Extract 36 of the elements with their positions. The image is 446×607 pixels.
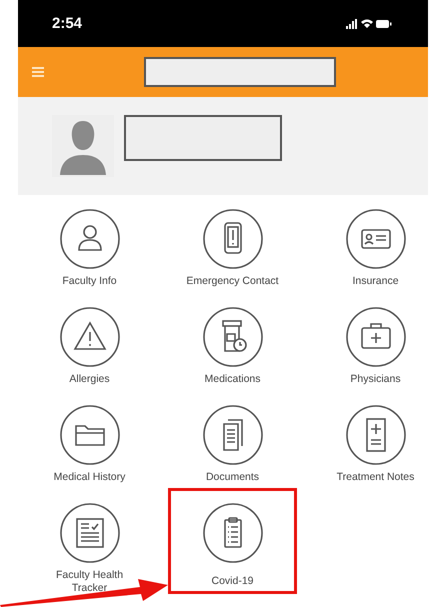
menu-tile[interactable]: Medical History: [18, 401, 161, 487]
menu-tile[interactable]: Treatment Notes: [304, 401, 446, 487]
pill-bottle-icon: [202, 307, 262, 367]
document-icon: [202, 405, 262, 465]
id-card-icon: [346, 209, 406, 269]
menu-tile[interactable]: Physicians: [304, 303, 446, 389]
tile-label: Documents: [204, 471, 260, 484]
clock-time: 2:54: [52, 15, 82, 32]
menu-tile[interactable]: Documents: [161, 401, 304, 487]
menu-tile[interactable]: Emergency Contact: [161, 205, 304, 291]
menu-tile[interactable]: Allergies: [18, 303, 161, 389]
tile-label: Emergency Contact: [185, 275, 280, 288]
tile-label: Allergies: [68, 373, 111, 386]
tile-label: Medications: [203, 373, 262, 386]
tile-label: Treatment Notes: [336, 471, 416, 484]
warning-icon: [60, 307, 120, 367]
menu-tile[interactable]: Medications: [161, 303, 304, 389]
tile-label: Medical History: [52, 471, 126, 484]
folder-icon: [60, 405, 120, 465]
person-icon: [60, 209, 120, 269]
menu-icon[interactable]: [32, 67, 44, 77]
tile-label: Faculty Health Tracker: [54, 569, 124, 595]
tile-label: Faculty Info: [61, 275, 118, 288]
medical-note-icon: [346, 405, 406, 465]
menu-tile[interactable]: Faculty Health Tracker: [18, 499, 161, 597]
highlighted-tile[interactable]: Covid-19: [171, 491, 294, 591]
tile-label: Covid-19: [210, 575, 255, 588]
phone-alert-icon: [202, 209, 262, 269]
tile-label: Insurance: [351, 275, 400, 288]
menu-tile[interactable]: Insurance: [304, 205, 446, 291]
clipboard-icon: [202, 503, 262, 563]
signal-wifi-battery-icon: [346, 18, 392, 30]
menu-tile[interactable]: Faculty Info: [18, 205, 161, 291]
checklist-icon: [60, 503, 120, 563]
tile-label: Physicians: [349, 373, 402, 386]
first-aid-kit-icon: [346, 307, 406, 367]
